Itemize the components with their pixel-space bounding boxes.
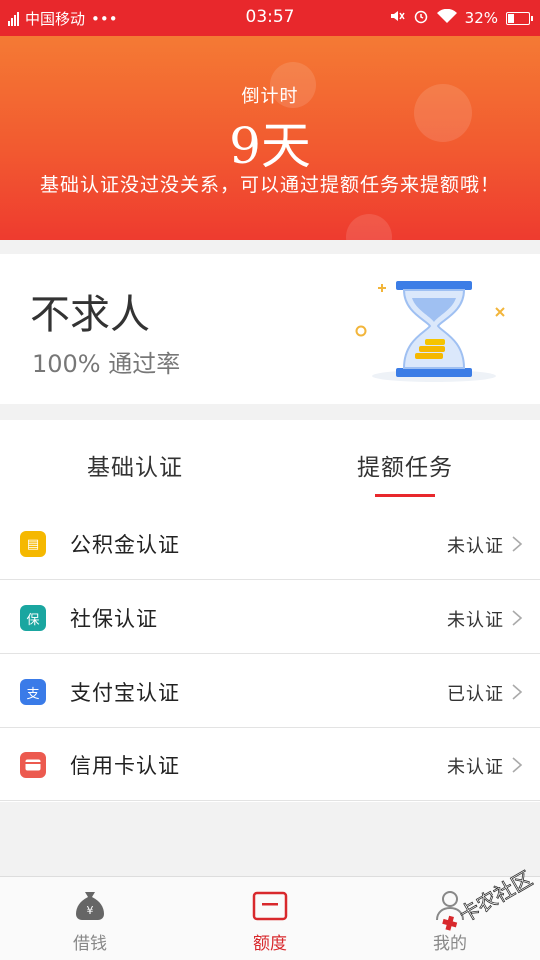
alipay-icon: 支 <box>20 679 46 705</box>
chevron-right-icon <box>512 536 523 552</box>
item-status: 未认证 <box>447 610 504 631</box>
battery-percent: 32% <box>464 9 498 27</box>
chevron-right-icon <box>512 684 523 700</box>
nav-quota[interactable]: 额度 <box>180 877 360 960</box>
list-item-housing-fund[interactable]: ▤ 公积金认证 未认证 <box>0 507 540 580</box>
mute-icon <box>389 8 405 28</box>
decorative-bubble <box>346 214 392 240</box>
countdown-label: 倒计时 <box>241 86 299 107</box>
money-bag-icon: ¥ <box>76 892 104 920</box>
nav-label: 借钱 <box>73 934 107 954</box>
tab-quota-tasks[interactable]: 提额任务 <box>270 448 540 497</box>
countdown-banner: 倒计时 9天 基础认证没过没关系，可以通过提额任务来提额哦！ <box>0 36 540 240</box>
status-bar: 中国移动 ••• 03:57 32% <box>0 0 540 36</box>
nav-borrow[interactable]: ¥ 借钱 <box>0 877 180 960</box>
product-title: 不求人 <box>30 292 150 338</box>
item-status: 未认证 <box>447 536 504 557</box>
chevron-right-icon <box>512 757 523 773</box>
countdown-days: 9天 <box>229 117 311 175</box>
list-item-alipay[interactable]: 支 支付宝认证 已认证 <box>0 655 540 728</box>
item-label: 社保认证 <box>70 607 158 631</box>
item-status: 已认证 <box>447 684 504 705</box>
document-icon: ▤ <box>20 531 46 557</box>
countdown-tip: 基础认证没过没关系，可以通过提额任务来提额哦！ <box>39 174 500 196</box>
alarm-icon <box>413 8 429 28</box>
social-security-icon: 保 <box>20 605 46 631</box>
item-label: 信用卡认证 <box>70 754 180 778</box>
watermark-logo: 卡农社区 <box>442 868 537 931</box>
certification-panel: 基础认证 提额任务 ▤ 公积金认证 未认证 保 社保认证 未认证 支 支付宝认证… <box>0 420 540 802</box>
nav-label: 额度 <box>253 934 287 954</box>
item-label: 公积金认证 <box>70 533 180 557</box>
battery-icon <box>506 11 533 25</box>
chevron-right-icon <box>512 610 523 626</box>
wifi-icon <box>436 8 457 28</box>
item-status: 未认证 <box>447 757 504 778</box>
item-label: 支付宝认证 <box>70 681 180 705</box>
hourglass-icon <box>355 281 505 382</box>
svg-text:¥: ¥ <box>87 904 94 917</box>
pass-rate-text: 100% 通过率 <box>32 350 181 378</box>
pass-rate-card: 不求人 100% 通过率 <box>0 254 540 404</box>
credit-card-icon <box>20 752 46 778</box>
list-item-social-security[interactable]: 保 社保认证 未认证 <box>0 581 540 654</box>
svg-text:卡农社区: 卡农社区 <box>455 868 536 927</box>
list-item-credit-card[interactable]: 信用卡认证 未认证 <box>0 728 540 801</box>
quota-card-icon <box>252 891 288 921</box>
tab-basic-certification[interactable]: 基础认证 <box>0 448 270 482</box>
